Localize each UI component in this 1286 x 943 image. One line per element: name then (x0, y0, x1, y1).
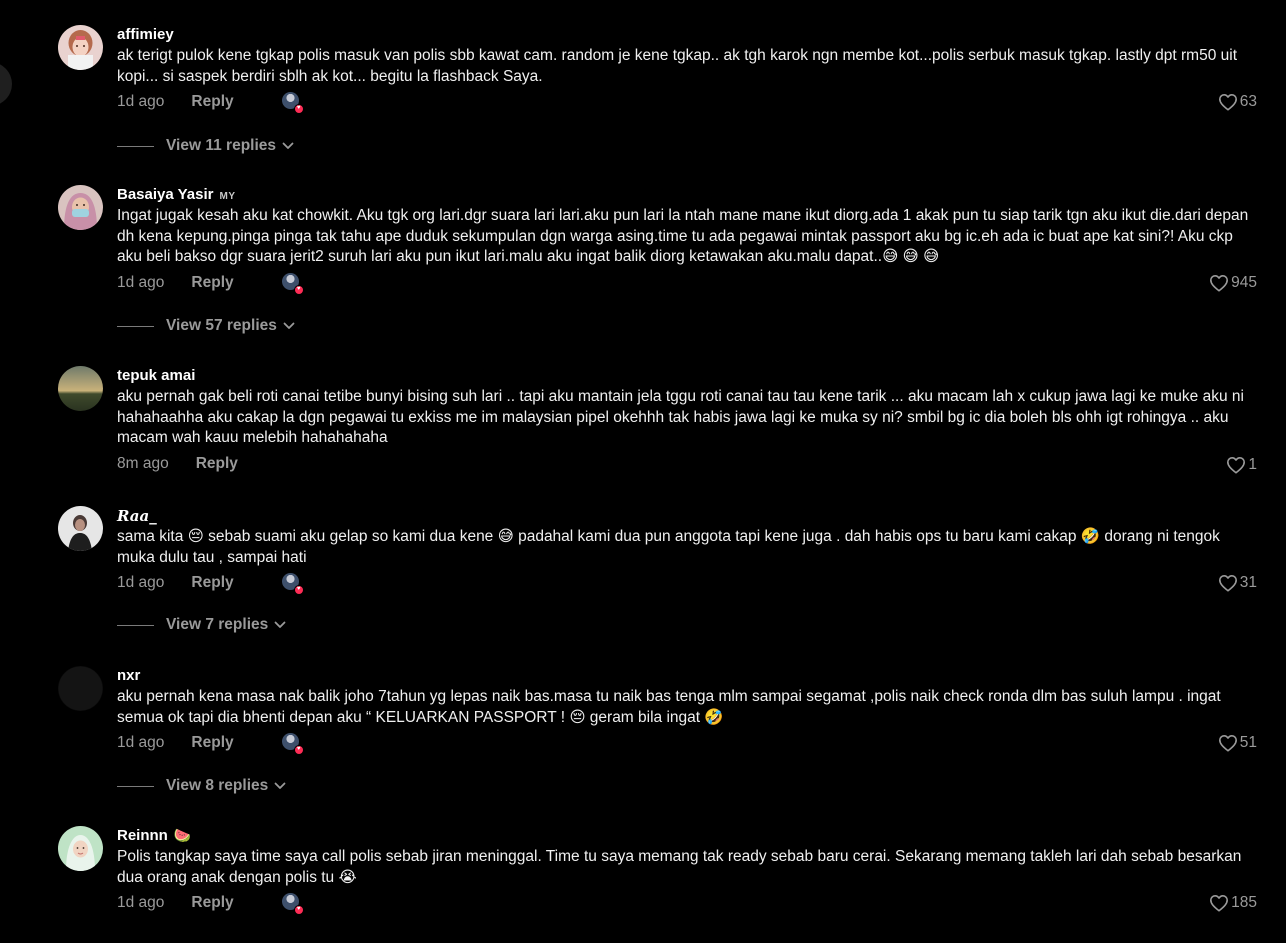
replies-divider (117, 325, 154, 327)
view-replies-button[interactable]: View 7 replies (117, 614, 286, 636)
username[interactable]: Reinnn (117, 826, 168, 846)
heart-outline-icon (1210, 894, 1229, 912)
chevron-down-icon (282, 142, 294, 149)
comment-meta: 1d ago Reply ♥ (117, 271, 1257, 295)
heart-outline-icon (1227, 456, 1246, 474)
like-count: 1 (1248, 456, 1257, 473)
like-button[interactable]: 31 (1218, 571, 1257, 595)
comment-text: aku pernah kena masa nak balik joho 7tah… (117, 688, 1221, 726)
avatar[interactable] (58, 666, 103, 711)
timestamp: 1d ago (117, 734, 165, 751)
reply-button[interactable]: Reply (191, 93, 233, 111)
username-row: Basaiya Yasir MY (117, 185, 1257, 205)
username[interactable]: nxr (117, 666, 140, 686)
reply-button[interactable]: Reply (191, 734, 233, 752)
creator-liked-icon: ♥ (281, 733, 304, 755)
like-count: 945 (1231, 274, 1257, 291)
username[interactable]: Raa_ (117, 506, 157, 526)
heart-outline-icon (1218, 93, 1237, 111)
replies-divider (117, 785, 154, 787)
avatar[interactable] (58, 506, 103, 551)
like-button[interactable]: 1 (1226, 453, 1257, 477)
replies-divider (117, 624, 154, 626)
like-button[interactable]: 51 (1218, 731, 1257, 755)
username-row: Reinnn 🍉 (117, 826, 1257, 846)
comment-body: tepuk amai aku pernah gak beli roti cana… (117, 366, 1257, 476)
watermelon-icon: 🍉 (173, 828, 192, 844)
comment-meta: 8m ago Reply (117, 452, 1257, 476)
view-replies-label: View 57 replies (166, 317, 277, 334)
comment-text: sama kita 😔 sebab suami aku gelap so kam… (117, 528, 1220, 566)
creator-liked-icon: ♥ (281, 272, 304, 295)
comment-body: nxr aku pernah kena masa nak balik joho … (117, 666, 1257, 755)
view-replies-label: View 11 replies (166, 137, 277, 154)
comment-meta: 1d ago Reply ♥ (117, 90, 1257, 114)
username[interactable]: Basaiya Yasir (117, 185, 213, 205)
username-row: nxr (117, 666, 1257, 686)
heart-outline-icon (1218, 734, 1237, 752)
chevron-down-icon (283, 322, 295, 329)
like-count: 51 (1239, 734, 1257, 751)
avatar[interactable] (58, 185, 103, 230)
reply-button[interactable]: Reply (196, 455, 238, 473)
chevron-down-icon (274, 621, 286, 628)
comment-text: Polis tangkap saya time saya call polis … (117, 848, 1242, 886)
comment-text: ak terigt pulok kene tgkap polis masuk v… (117, 47, 1238, 85)
heart-outline-icon (1218, 574, 1237, 592)
username[interactable]: tepuk amai (117, 366, 195, 386)
timestamp: 1d ago (117, 574, 165, 591)
comment-meta: 1d ago Reply ♥ (117, 891, 1257, 915)
comment-meta: 1d ago Reply ♥ (117, 731, 1257, 755)
view-replies-button[interactable]: View 11 replies (117, 135, 294, 157)
comment-body: Raa_ sama kita 😔 sebab suami aku gelap s… (117, 506, 1257, 595)
reply-button[interactable]: Reply (191, 574, 233, 592)
avatar[interactable] (58, 826, 103, 871)
chevron-down-icon (274, 782, 286, 789)
comment-body: Reinnn 🍉 Polis tangkap saya time saya ca… (117, 826, 1257, 915)
username-row: tepuk amai (117, 366, 1257, 386)
timestamp: 8m ago (117, 454, 169, 472)
view-replies-label: View 7 replies (166, 616, 269, 633)
username-row: Raa_ (117, 506, 1257, 526)
like-button[interactable]: 63 (1218, 90, 1257, 114)
avatar[interactable] (58, 366, 103, 411)
creator-liked-icon: ♥ (281, 573, 304, 595)
creator-liked-icon: ♥ (281, 92, 304, 114)
like-button[interactable]: 185 (1209, 891, 1257, 915)
timestamp: 1d ago (117, 894, 165, 911)
reply-button[interactable]: Reply (191, 894, 233, 912)
view-replies-button[interactable]: View 8 replies (117, 775, 286, 797)
view-replies-label: View 8 replies (166, 777, 269, 794)
comment-body: Basaiya Yasir MY Ingat jugak kesah aku k… (117, 185, 1257, 295)
username[interactable]: affimiey (117, 25, 174, 45)
comment-meta: 1d ago Reply ♥ (117, 571, 1257, 595)
avatar[interactable] (58, 25, 103, 70)
like-button[interactable]: 945 (1209, 271, 1257, 295)
like-count: 31 (1239, 574, 1257, 591)
timestamp: 1d ago (117, 273, 165, 291)
heart-outline-icon (1210, 274, 1229, 292)
timestamp: 1d ago (117, 93, 165, 110)
side-panel-toggle[interactable] (0, 62, 12, 106)
comment-body: affimiey ak terigt pulok kene tgkap poli… (117, 25, 1257, 114)
like-count: 185 (1231, 894, 1257, 911)
replies-divider (117, 145, 154, 147)
region-label: MY (219, 191, 236, 202)
view-replies-button[interactable]: View 57 replies (117, 315, 295, 337)
like-count: 63 (1239, 93, 1257, 110)
comment-text: Ingat jugak kesah aku kat chowkit. Aku t… (117, 207, 1249, 265)
reply-button[interactable]: Reply (191, 274, 233, 292)
username-row: affimiey (117, 25, 1257, 45)
comment-text: aku pernah gak beli roti canai tetibe bu… (117, 388, 1244, 446)
creator-liked-icon: ♥ (281, 893, 304, 915)
